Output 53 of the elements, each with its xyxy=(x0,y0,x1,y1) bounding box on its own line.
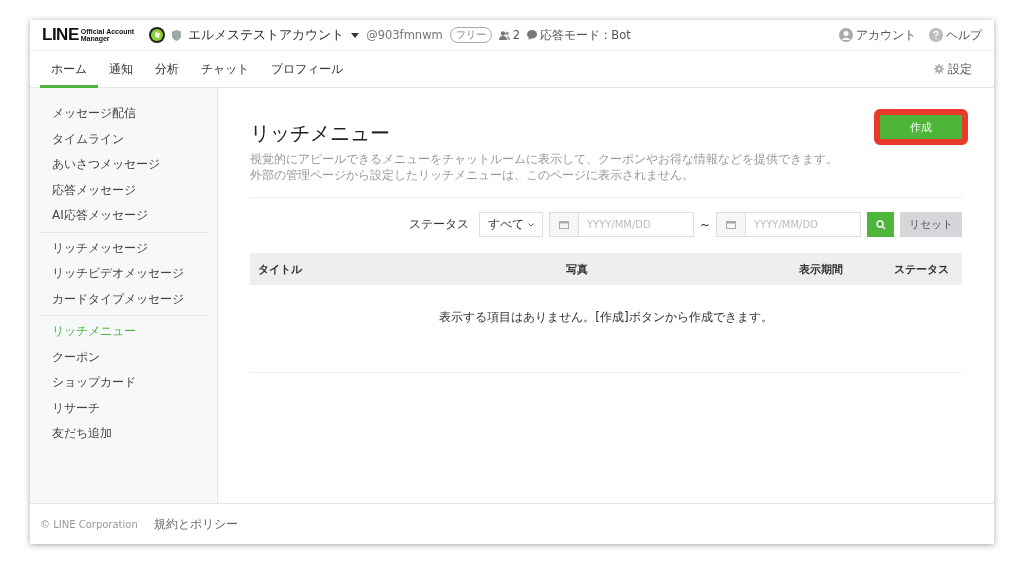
sidebar-item[interactable]: 応答メッセージ xyxy=(40,177,207,203)
account-link[interactable]: アカウント xyxy=(856,27,916,43)
date-from-field[interactable]: YYYY/MM/DD xyxy=(548,212,694,237)
friends-count: 2 xyxy=(512,28,521,42)
sidebar-item[interactable]: ショップカード xyxy=(40,370,207,396)
sidebar-item[interactable]: AI応答メッセージ xyxy=(40,203,207,229)
nav-tab[interactable]: プロフィール xyxy=(260,51,354,88)
help-icon[interactable] xyxy=(929,28,943,42)
settings-link[interactable]: 設定 xyxy=(948,60,972,78)
page-title: リッチメニュー xyxy=(250,120,390,147)
logo-text: LINE xyxy=(42,25,79,45)
search-icon xyxy=(875,219,886,230)
range-separator: ~ xyxy=(699,217,710,232)
search-button[interactable] xyxy=(867,212,894,237)
column-header: タイトル xyxy=(258,262,302,276)
date-to-field[interactable]: YYYY/MM/DD xyxy=(716,212,861,237)
account-id: @903fmnwm xyxy=(366,28,443,42)
status-label: ステータス xyxy=(408,216,469,233)
shield-icon xyxy=(172,29,182,41)
sidebar-item[interactable]: タイムライン xyxy=(40,126,207,152)
description-text: 視覚的にアピールできるメニューをチャットルームに表示して、クーポンやお得な情報などを提供できます。 xyxy=(250,151,839,167)
sidebar-item[interactable]: メッセージ配信 xyxy=(40,101,207,127)
column-header: 写真 xyxy=(565,262,588,276)
nav-tab[interactable]: 分析 xyxy=(144,51,190,88)
empty-message: 表示する項目はありません。[作成]ボタンから作成できます。 xyxy=(439,310,773,324)
sidebar-item[interactable]: あいさつメッセージ xyxy=(40,152,207,178)
calendar-icon xyxy=(726,220,736,229)
sidebar-item[interactable]: 友だち追加 xyxy=(40,421,207,447)
terms-link[interactable]: 規約とポリシー xyxy=(153,515,238,533)
account-name[interactable]: エルメステストアカウント xyxy=(188,26,345,44)
response-mode: 応答モード : Bot xyxy=(540,27,631,43)
column-header: ステータス xyxy=(894,262,949,276)
account-avatar xyxy=(149,27,166,43)
sidebar-item[interactable]: リッチメッセージ xyxy=(40,235,207,261)
description-text: 外部の管理ページから設定したリッチメニューは、このページに表示されません。 xyxy=(250,167,695,183)
status-dropdown[interactable]: すべて xyxy=(478,212,543,237)
column-header: 表示期間 xyxy=(798,262,843,276)
help-link[interactable]: ヘルプ xyxy=(946,27,982,43)
sidebar-item[interactable]: カードタイプメッセージ xyxy=(40,286,207,312)
chevron-down-icon[interactable] xyxy=(527,222,534,227)
settings-icon xyxy=(934,64,944,74)
calendar-icon xyxy=(558,220,569,229)
copyright-text: © LINE Corporation xyxy=(40,518,138,530)
speech-bubble-icon xyxy=(527,30,538,40)
people-icon xyxy=(498,30,510,40)
nav-tab[interactable]: 通知 xyxy=(98,51,144,88)
user-avatar-icon[interactable] xyxy=(839,28,853,42)
sidebar-item[interactable]: リッチビデオメッセージ xyxy=(40,261,207,287)
reset-button[interactable]: リセット xyxy=(900,212,962,237)
sidebar-item[interactable]: クーポン xyxy=(40,344,207,370)
nav-tab[interactable]: チャット xyxy=(190,51,260,88)
dropdown-caret-icon[interactable] xyxy=(351,32,360,38)
sidebar-item[interactable]: リサーチ xyxy=(40,395,207,421)
